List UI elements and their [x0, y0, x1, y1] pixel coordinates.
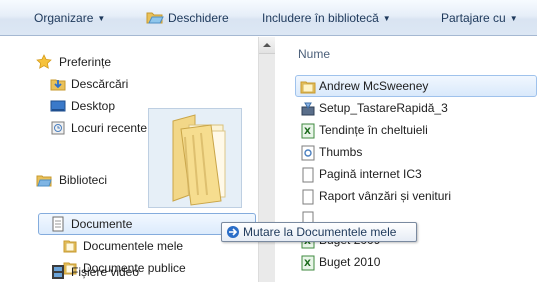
documents-library-icon: [50, 216, 66, 232]
open-button[interactable]: Deschidere: [146, 0, 229, 36]
nav-item-label: Fișiere video: [71, 265, 140, 279]
nav-item-label: Desktop: [71, 99, 116, 113]
nav-item-label: Documentele mele: [83, 239, 184, 253]
organize-label: Organizare: [34, 11, 94, 25]
document-icon: [300, 167, 316, 183]
navigation-scrollbar[interactable]: [258, 37, 275, 282]
file-name: Raport vânzări și venituri: [319, 189, 452, 203]
desktop-icon: [50, 98, 66, 114]
nav-item-label: Locuri recente: [71, 121, 148, 135]
open-folder-icon: [146, 2, 164, 24]
include-label: Includere în bibliotecă: [262, 11, 379, 25]
file-name: Thumbs: [319, 145, 363, 159]
svg-text:X: X: [304, 259, 311, 269]
open-label: Deschidere: [168, 11, 229, 25]
nav-item-favorites[interactable]: Preferințe: [36, 51, 236, 73]
star-icon: [36, 54, 52, 70]
file-name: Buget 2010: [319, 255, 381, 269]
scroll-up-arrow-icon[interactable]: [259, 37, 275, 54]
chevron-down-icon: ▼: [509, 14, 518, 23]
drag-tooltip: Mutare la Documentele mele: [221, 222, 417, 242]
chevron-down-icon: ▼: [97, 14, 106, 23]
libraries-icon: [36, 172, 52, 188]
document-icon: [300, 189, 316, 205]
dragged-folder-icon: [159, 111, 239, 210]
move-arrow-icon: [226, 225, 240, 239]
file-name: Pagină internet IC3: [319, 167, 422, 181]
nav-item-downloads[interactable]: Descărcări: [50, 73, 250, 95]
include-in-library-button[interactable]: Includere în bibliotecă ▼: [262, 0, 391, 36]
file-name: Setup_TastareRapidă_3: [319, 101, 448, 115]
excel-icon: X: [300, 123, 316, 139]
nav-item-label: Preferințe: [59, 55, 112, 69]
system-file-icon: [300, 145, 316, 161]
file-name: Andrew McSweeney: [319, 79, 429, 93]
folder-icon: [62, 238, 78, 254]
share-label: Partajare cu: [441, 11, 506, 25]
chevron-down-icon: ▼: [382, 14, 391, 23]
nav-item-label: Biblioteci: [59, 173, 108, 187]
recent-places-icon: [50, 120, 66, 136]
video-film-icon: [50, 264, 66, 280]
nav-item-documents[interactable]: Documente: [50, 213, 250, 235]
nav-item-label: Descărcări: [71, 77, 129, 91]
file-list-pane: Nume Andrew McSweeney Setup_TastareRapid…: [276, 37, 537, 282]
nav-item-videos-visible[interactable]: Fișiere video: [50, 261, 250, 282]
drag-tooltip-text: Mutare la Documentele mele: [243, 225, 397, 239]
file-name: Tendințe în cheltuieli: [319, 123, 428, 137]
setup-icon: [300, 101, 316, 117]
organize-button[interactable]: Organizare ▼: [34, 0, 105, 36]
excel-icon: X: [300, 255, 316, 271]
share-with-button[interactable]: Partajare cu ▼: [441, 0, 518, 36]
svg-text:X: X: [304, 127, 311, 137]
folder-icon: [300, 79, 316, 95]
drag-preview: [148, 108, 242, 208]
downloads-folder-icon: [50, 76, 66, 92]
command-bar: Organizare ▼ Deschidere Includere în bibl…: [0, 0, 537, 36]
column-header-name[interactable]: Nume: [298, 47, 330, 61]
nav-item-label: Documente: [71, 217, 133, 231]
